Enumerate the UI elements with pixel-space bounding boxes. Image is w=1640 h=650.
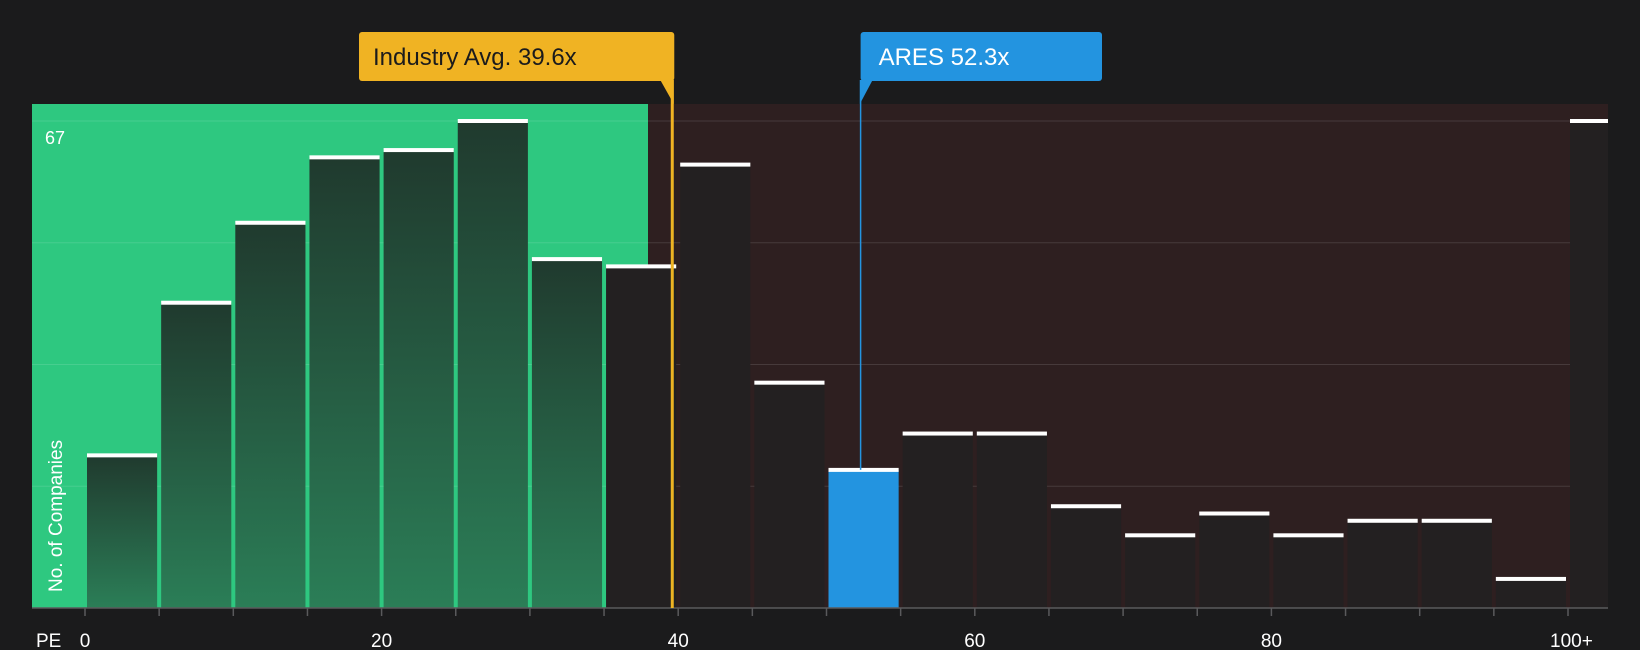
- histogram-bar-cap: [531, 257, 603, 262]
- x-tick-label: 80: [1261, 631, 1282, 650]
- histogram-bar-cap: [87, 453, 158, 458]
- x-tick-label: 60: [964, 631, 985, 650]
- histogram-bar: [383, 150, 454, 608]
- histogram-bar: [87, 455, 158, 608]
- histogram-bar: [457, 121, 528, 608]
- histogram-bar-cap: [606, 264, 677, 269]
- histogram-bar-cap: [828, 467, 899, 472]
- histogram-bar-cap: [902, 431, 973, 436]
- histogram-bar: [1495, 578, 1566, 608]
- histogram-bar-cap: [235, 220, 306, 225]
- histogram-bar-cap: [1050, 504, 1122, 509]
- histogram-bar-cap: [383, 148, 454, 153]
- histogram-bar: [1347, 520, 1418, 608]
- pe-distribution-chart: PE 0 20 40 60 80 100+ No. of Companies 67 Ind…: [0, 0, 1640, 650]
- histogram-bar: [235, 222, 306, 608]
- x-ticks: 0 20 40 60 80 100+: [80, 608, 1593, 650]
- histogram-bar: [1273, 535, 1344, 608]
- y-max-label: 67: [45, 128, 65, 148]
- histogram-bar: [1199, 513, 1270, 608]
- histogram-bar: [1421, 520, 1492, 608]
- x-axis-title: PE: [36, 631, 61, 650]
- histogram-bar-cap: [680, 162, 751, 167]
- histogram-bar: [1570, 121, 1608, 608]
- histogram-bar-cap: [1421, 518, 1492, 523]
- histogram-bar: [902, 433, 973, 608]
- industry-avg-label: Industry Avg. 39.6x: [373, 44, 577, 71]
- histogram-bar-cap: [754, 380, 825, 385]
- histogram-bar-cap: [1125, 533, 1196, 538]
- histogram-bar: [531, 259, 603, 608]
- histogram-bar-cap: [976, 431, 1047, 436]
- histogram-bar: [828, 469, 899, 608]
- x-tick-label: 100+: [1550, 631, 1593, 650]
- histogram-bar-cap: [1347, 518, 1418, 523]
- x-tick-label: 40: [668, 631, 689, 650]
- y-axis-title: No. of Companies: [46, 440, 67, 592]
- histogram-bar: [976, 433, 1047, 608]
- histogram-bar-cap: [309, 155, 380, 160]
- histogram-bar: [1125, 535, 1196, 608]
- histogram-bar-cap: [161, 300, 232, 305]
- histogram-bar-cap: [1495, 576, 1566, 581]
- x-axis: PE: [32, 607, 1608, 650]
- histogram-bar: [680, 164, 751, 608]
- histogram-bar: [606, 266, 677, 608]
- x-tick-label: 0: [80, 631, 91, 650]
- histogram-bar: [1050, 506, 1122, 608]
- chart-svg: PE 0 20 40 60 80 100+ No. of Companies 67 Ind…: [32, 32, 1608, 650]
- histogram-bar-cap: [1273, 533, 1344, 538]
- histogram-bar-cap: [457, 119, 528, 123]
- company-pe-label: ARES 52.3x: [879, 44, 1010, 71]
- histogram-bar: [161, 302, 232, 608]
- histogram-bar: [754, 382, 825, 608]
- company-callout-pointer: [859, 80, 873, 104]
- x-tick-label: 20: [371, 631, 392, 650]
- histogram-bar-cap: [1199, 511, 1270, 516]
- histogram-bar-cap: [1570, 119, 1608, 123]
- histogram-bar: [309, 157, 380, 609]
